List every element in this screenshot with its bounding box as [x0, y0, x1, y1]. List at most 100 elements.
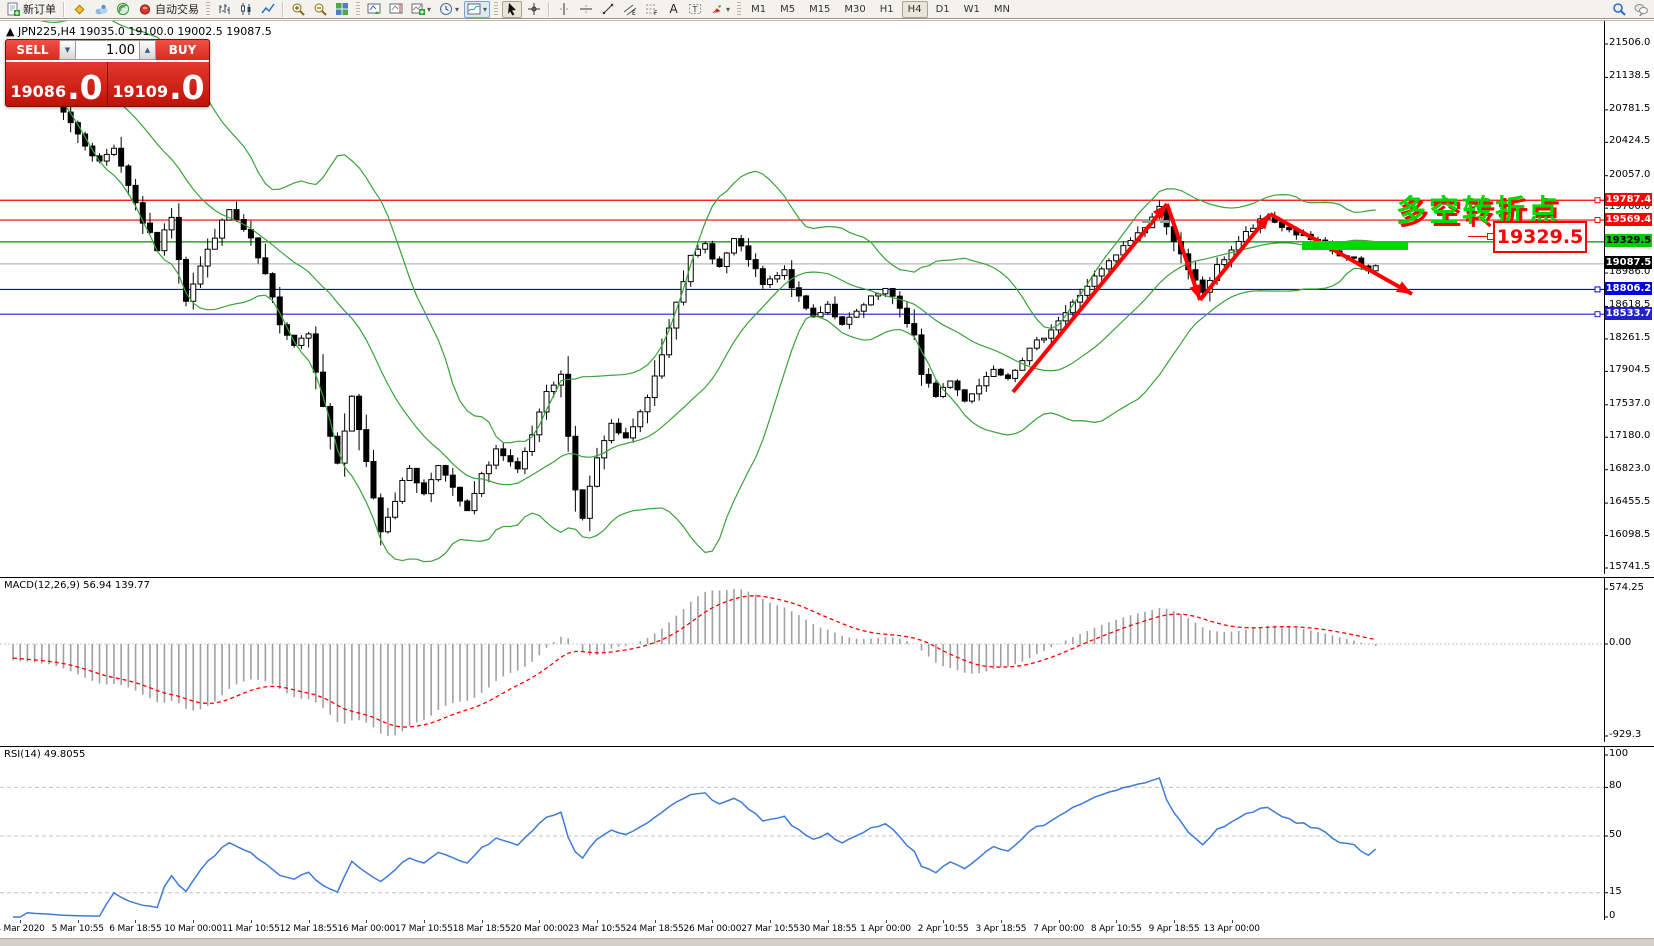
date-label: 3 Apr 18:55	[976, 924, 1027, 934]
timeframe-h1-button[interactable]: H1	[874, 1, 900, 18]
macd-panel[interactable]: MACD(12,26,9) 56.94 139.77	[0, 577, 1654, 743]
trendline-tool-button[interactable]	[598, 1, 618, 18]
templates-icon	[467, 2, 481, 16]
candle-body	[1042, 338, 1047, 340]
crosshair-tool-button[interactable]	[524, 1, 544, 18]
sell-price-main: 19086	[10, 81, 66, 103]
trend-arrow-line[interactable]	[1270, 214, 1412, 294]
new-order-button[interactable]: 新订单	[3, 1, 59, 18]
chevron-down-icon: ▾	[483, 5, 487, 14]
horizontal-line-tool-button[interactable]	[576, 1, 596, 18]
callout-handle[interactable]	[1487, 233, 1494, 240]
zoom-out-button[interactable]	[310, 1, 330, 18]
line-chart-mode-button[interactable]	[258, 1, 278, 18]
macd-canvas	[0, 578, 1654, 742]
rsi-panel[interactable]: RSI(14) 49.8055	[0, 746, 1654, 921]
panel-separator[interactable]	[0, 742, 1654, 745]
price-tick-label: 17180.0	[1609, 430, 1650, 441]
chat-button[interactable]	[1631, 1, 1651, 18]
toolbar-grip[interactable]	[737, 2, 741, 17]
date-tick	[886, 920, 887, 923]
fibonacci-tool-button[interactable]: F	[642, 1, 662, 18]
timeframe-d1-button[interactable]: D1	[930, 1, 956, 18]
autotrading-button[interactable]: 自动交易	[135, 1, 202, 18]
toolbar-grip[interactable]	[494, 2, 498, 17]
signals-button[interactable]	[113, 1, 133, 18]
candle-body	[393, 501, 398, 517]
toolbar-grip[interactable]	[206, 2, 210, 17]
buy-button[interactable]: BUY	[156, 40, 209, 62]
green-projection-bar[interactable]	[1302, 241, 1408, 250]
chart-shift-button[interactable]	[386, 1, 406, 18]
vertical-line-tool-button[interactable]	[554, 1, 574, 18]
candle-body	[775, 276, 780, 279]
sell-button[interactable]: SELL	[6, 40, 59, 62]
volume-input[interactable]	[76, 40, 139, 60]
selection-handle[interactable]	[1160, 220, 1169, 223]
timeframe-mn-button[interactable]: MN	[988, 1, 1016, 18]
tile-windows-button[interactable]	[332, 1, 352, 18]
candle-body	[1106, 261, 1111, 269]
price-tick-label: 15741.5	[1609, 561, 1650, 572]
bar-chart-mode-button[interactable]	[214, 1, 234, 18]
auto-scroll-button[interactable]	[364, 1, 384, 18]
price-tick-label: 20424.5	[1609, 135, 1650, 146]
timeframe-m1-button[interactable]: M1	[745, 1, 772, 18]
candle-body	[573, 436, 578, 490]
market-community-button[interactable]	[91, 1, 111, 18]
toolbar-grip[interactable]	[356, 2, 360, 17]
timeframe-w1-button[interactable]: W1	[958, 1, 986, 18]
candle-body	[861, 305, 866, 311]
periods-button[interactable]: ▾	[436, 1, 462, 18]
line-handle[interactable]	[1595, 198, 1600, 203]
templates-button[interactable]: ▾	[464, 1, 490, 18]
indicators-button[interactable]: ▾	[408, 1, 434, 18]
trend-arrow-line[interactable]	[1013, 204, 1167, 392]
zoom-in-button[interactable]	[288, 1, 308, 18]
date-tick	[712, 920, 713, 923]
main-chart-panel[interactable]: ▲ JPN225,H4 19035.0 19100.0 19002.5 1908…	[0, 20, 1654, 575]
selection-handle[interactable]	[1142, 220, 1151, 223]
candle-body	[659, 355, 664, 376]
macd-tick-label: 0.00	[1609, 637, 1631, 648]
label-tool-button[interactable]: T	[685, 1, 705, 18]
candle-body	[299, 338, 304, 345]
channel-tool-button[interactable]: E	[620, 1, 640, 18]
candlestick-mode-button[interactable]	[236, 1, 256, 18]
timeframe-h4-button[interactable]: H4	[902, 1, 928, 18]
metaeditor-button[interactable]	[69, 1, 89, 18]
timeframe-m15-button[interactable]: M15	[803, 1, 836, 18]
new-order-icon	[6, 2, 20, 16]
price-tick-label: 20057.0	[1609, 169, 1650, 180]
candle-body	[270, 274, 275, 297]
date-tick	[770, 920, 771, 923]
arrowhead-icon	[1189, 284, 1200, 300]
trend-arrow-line[interactable]	[1167, 204, 1200, 300]
timeframe-m30-button[interactable]: M30	[838, 1, 871, 18]
volume-decrease-button[interactable]: ▼	[59, 40, 76, 60]
text-tool-button[interactable]: A	[664, 1, 683, 18]
line-handle[interactable]	[1595, 312, 1600, 317]
symbol-search-button[interactable]	[1609, 1, 1629, 18]
volume-increase-button[interactable]: ▲	[139, 40, 156, 60]
sell-price[interactable]: 19086 .0	[6, 62, 108, 106]
collapse-arrow-icon[interactable]: ▲	[6, 25, 14, 38]
price-callout-box[interactable]: 19329.5	[1493, 221, 1587, 253]
candle-body	[1099, 269, 1104, 276]
buy-price[interactable]: 19109 .0	[108, 62, 209, 106]
date-tick	[539, 920, 540, 923]
date-label: 17 Mar 10:55	[395, 924, 453, 934]
level-lines-group[interactable]	[0, 198, 1604, 317]
date-axis[interactable]: 4 Mar 20205 Mar 10:556 Mar 18:5510 Mar 0…	[0, 920, 1654, 938]
chart-ohlc: 19035.0 19100.0 19002.5 19087.5	[79, 25, 271, 38]
line-handle[interactable]	[1595, 287, 1600, 292]
timeframe-m5-button[interactable]: M5	[774, 1, 801, 18]
trend-arrow-line[interactable]	[1200, 214, 1270, 300]
price-tag-18533.7: 18533.7	[1605, 307, 1652, 320]
line-handle[interactable]	[1595, 218, 1600, 223]
arrow-objects-button[interactable]: ▾	[707, 1, 733, 18]
date-label: 12 Mar 18:55	[280, 924, 338, 934]
cursor-tool-button[interactable]	[502, 1, 522, 18]
zigzag-arrows[interactable]	[1013, 204, 1412, 392]
price-tick-label: 17537.0	[1609, 398, 1650, 409]
